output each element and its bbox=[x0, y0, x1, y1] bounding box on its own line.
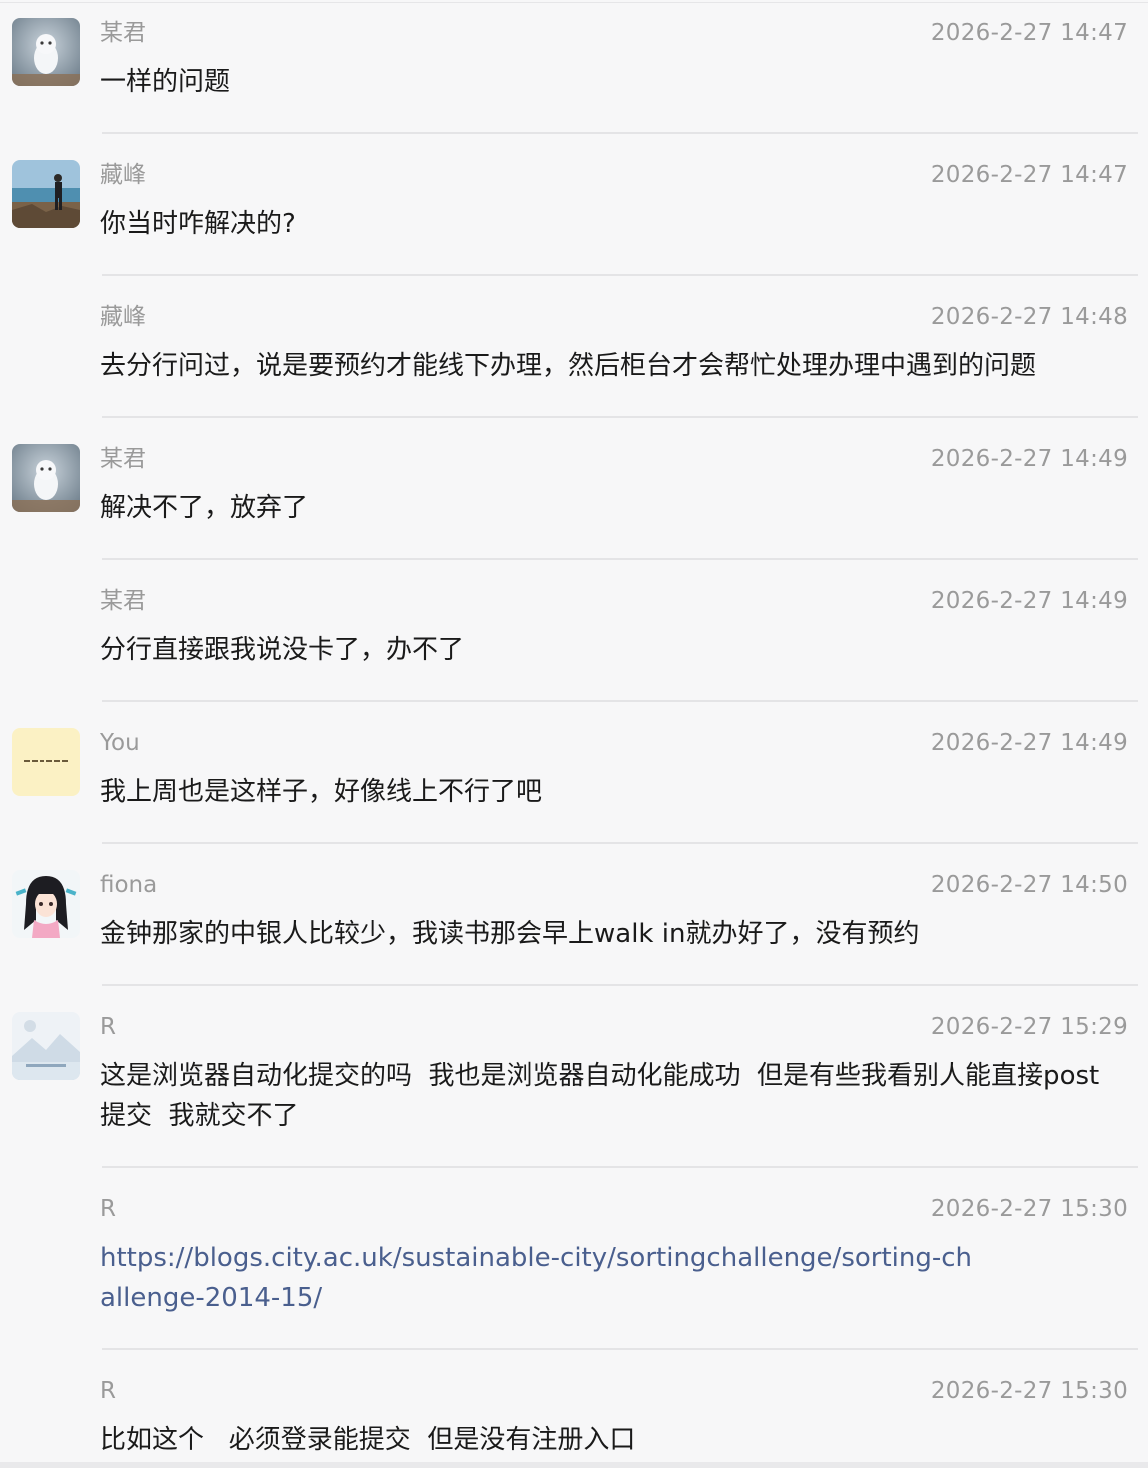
message-timestamp: 2026-2-27 15:30 bbox=[930, 1196, 1128, 1222]
landscape-placeholder-avatar-icon[interactable] bbox=[12, 1012, 80, 1080]
message-timestamp: 2026-2-27 15:30 bbox=[930, 1378, 1128, 1404]
chat-message-list[interactable]: 某君 2026-2-27 14:47 一样的问题 藏峰 2026-2-27 14… bbox=[0, 0, 1148, 1468]
message-divider bbox=[102, 558, 1138, 560]
message-divider bbox=[102, 984, 1138, 986]
message-timestamp: 2026-2-27 14:48 bbox=[930, 304, 1128, 330]
sender-name: 某君 bbox=[100, 20, 146, 46]
sender-name: R bbox=[100, 1014, 116, 1040]
message-text: 解决不了，放弃了 bbox=[100, 493, 309, 523]
sender-name: R bbox=[100, 1196, 116, 1222]
message-text: 比如这个 必须登录能提交 但是没有注册入口 bbox=[100, 1425, 636, 1455]
message-timestamp: 2026-2-27 14:49 bbox=[930, 730, 1128, 756]
message-link[interactable]: https://blogs.city.ac.uk/sustainable-cit… bbox=[100, 1238, 980, 1318]
seaside-photo-avatar-icon[interactable] bbox=[12, 160, 80, 228]
message-text: 金钟那家的中银人比较少，我读书那会早上walk in就办好了，没有预约 bbox=[100, 919, 920, 949]
message-timestamp: 2026-2-27 14:49 bbox=[930, 446, 1128, 472]
sender-name: 藏峰 bbox=[100, 162, 146, 188]
owl-avatar-icon[interactable] bbox=[12, 444, 80, 512]
message-timestamp: 2026-2-27 15:29 bbox=[930, 1014, 1128, 1040]
bottom-edge bbox=[0, 1462, 1148, 1468]
message-timestamp: 2026-2-27 14:47 bbox=[930, 162, 1128, 188]
sender-name: You bbox=[100, 730, 140, 756]
sender-name: R bbox=[100, 1378, 116, 1404]
owl-avatar-icon[interactable] bbox=[12, 18, 80, 86]
message-text: 一样的问题 bbox=[100, 67, 231, 97]
message-divider bbox=[102, 132, 1138, 134]
sender-name: fiona bbox=[100, 872, 158, 898]
message-timestamp: 2026-2-27 14:50 bbox=[930, 872, 1128, 898]
yellow-note-avatar-icon[interactable] bbox=[12, 728, 80, 796]
message-divider bbox=[102, 274, 1138, 276]
sender-name: 某君 bbox=[100, 446, 146, 472]
sender-name: 某君 bbox=[100, 588, 146, 614]
message-text: 分行直接跟我说没卡了，办不了 bbox=[100, 635, 465, 665]
message-divider bbox=[102, 1348, 1138, 1350]
message-timestamp: 2026-2-27 14:49 bbox=[930, 588, 1128, 614]
message-text: 这是浏览器自动化提交的吗 我也是浏览器自动化能成功 但是有些我看别人能直接pos… bbox=[100, 1061, 1100, 1131]
message-timestamp: 2026-2-27 14:47 bbox=[930, 20, 1128, 46]
message-text: 你当时咋解决的? bbox=[100, 209, 296, 239]
message-divider bbox=[102, 1166, 1138, 1168]
message-divider bbox=[102, 842, 1138, 844]
message-text: 去分行问过，说是要预约才能线下办理，然后柜台才会帮忙处理办理中遇到的问题 bbox=[100, 351, 1037, 381]
sender-name: 藏峰 bbox=[100, 304, 146, 330]
message-divider bbox=[102, 700, 1138, 702]
message-text: 我上周也是这样子，好像线上不行了吧 bbox=[100, 777, 543, 807]
anime-girl-avatar-icon[interactable] bbox=[12, 870, 80, 938]
message-divider bbox=[102, 416, 1138, 418]
